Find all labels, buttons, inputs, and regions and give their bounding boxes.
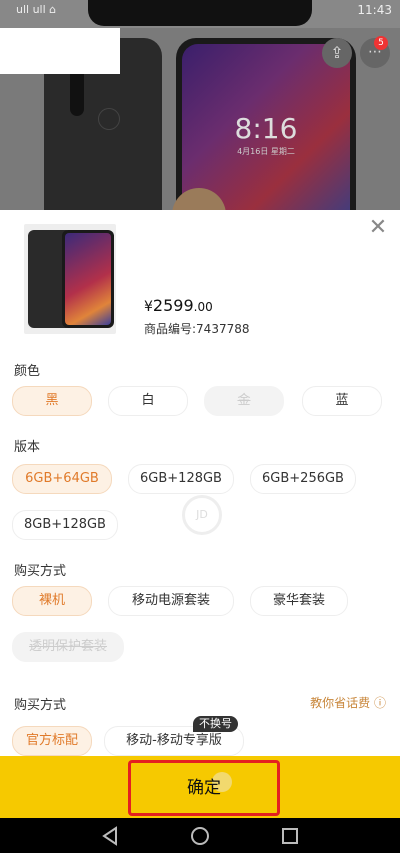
option-color-gold: 金 [204,386,284,416]
product-price: ¥2599.00 [144,296,213,315]
lockscreen-date: 4月16日 星期二 [237,147,295,156]
close-icon[interactable]: ✕ [368,217,388,239]
system-nav-bar [0,818,400,853]
option-purchase-powerbank[interactable]: 移动电源套装 [108,586,234,616]
confirm-bar: 确定 [0,756,400,818]
option-color-black[interactable]: 黑 [12,386,92,416]
notification-badge: 5 [374,36,388,50]
section-title-color: 颜色 [14,364,41,379]
option-purchase-case: 透明保护套装 [12,632,124,662]
fingerprint-sensor [98,108,120,130]
back-icon[interactable] [96,822,124,850]
option-purchase-bare[interactable]: 裸机 [12,586,92,616]
spec-selector-sheet: ✕ ¥2599.00 商品编号:7437788 颜色 黑 白 金 蓝 版本 6G… [0,210,400,756]
product-sku: 商品编号:7437788 [144,322,250,336]
status-time: 11:43 [357,3,392,17]
option-plan-official[interactable]: 官方标配 [12,726,92,756]
signal-indicators: ull ull ⌂ [16,3,57,16]
option-color-white[interactable]: 白 [108,386,188,416]
confirm-button[interactable]: 确定 [128,760,280,816]
option-color-blue[interactable]: 蓝 [302,386,382,416]
section-title-plan: 购买方式 [14,698,67,713]
lockscreen-time: 8:16 [234,112,298,145]
share-icon[interactable]: ⇪ [322,38,352,68]
option-version-8-128[interactable]: 8GB+128GB [12,510,118,540]
home-icon[interactable] [186,822,214,850]
product-hero-image: 8:16 4月16日 星期二 ⇪ ⋯ 5 [0,28,400,210]
option-purchase-deluxe[interactable]: 豪华套装 [250,586,348,616]
option-version-6-64[interactable]: 6GB+64GB [12,464,112,494]
camera-notch [88,0,312,26]
top-left-blank [0,28,120,74]
save-fee-tip-link[interactable]: 教你省话费 ⓘ [310,694,386,711]
status-bar: ull ull ⌂ 11:43 [0,0,400,28]
section-title-version: 版本 [14,440,41,455]
no-number-change-badge: 不换号 [193,716,238,732]
jd-watermark-icon: JD [182,495,222,535]
option-version-6-128[interactable]: 6GB+128GB [128,464,234,494]
help-icon: ⓘ [373,696,386,710]
product-thumbnail [24,224,116,334]
option-version-6-256[interactable]: 6GB+256GB [250,464,356,494]
section-title-purchase: 购买方式 [14,564,67,579]
recents-icon[interactable] [276,822,304,850]
